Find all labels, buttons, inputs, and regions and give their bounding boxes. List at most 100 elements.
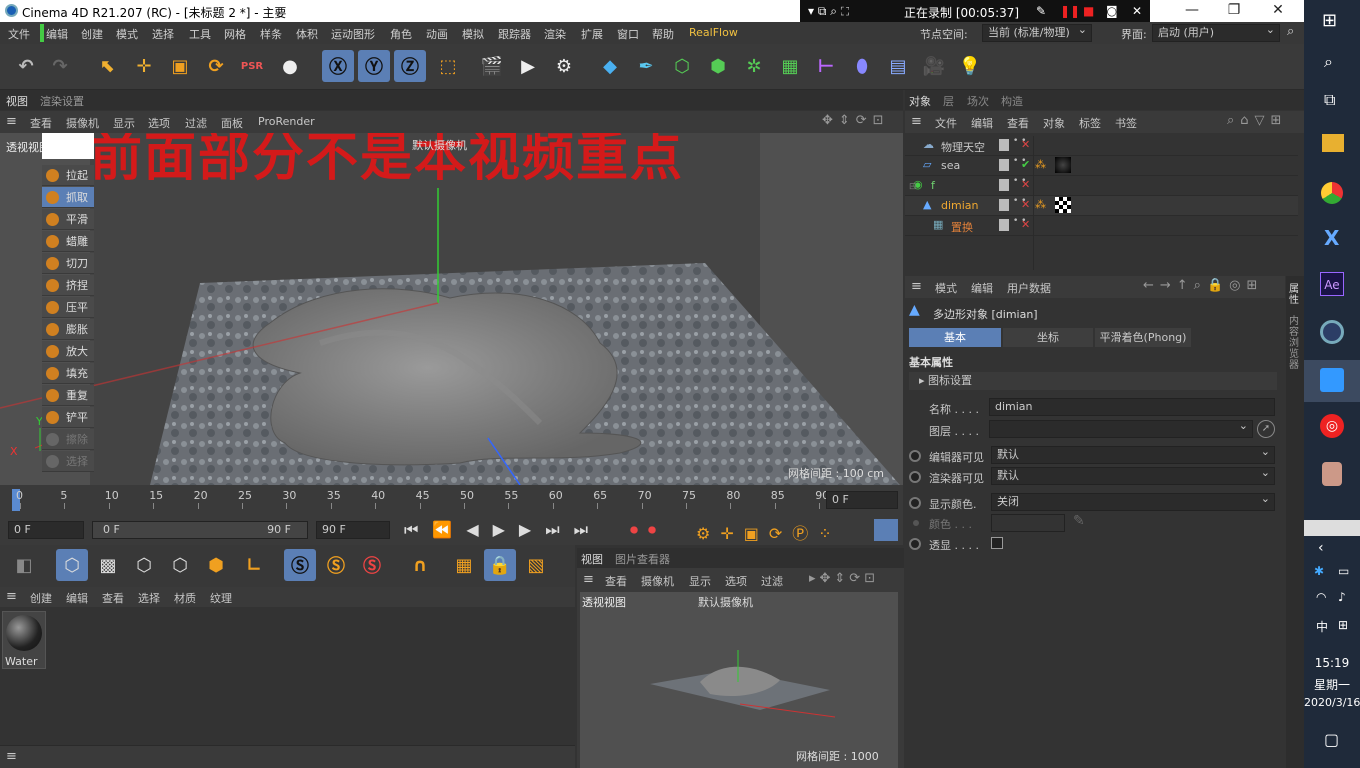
cube-icon[interactable]: ◆ (594, 50, 626, 82)
name-field[interactable]: dimian (989, 398, 1275, 416)
camera-icon[interactable]: ◙ (1106, 4, 1118, 18)
menu-8[interactable]: 体积 (296, 26, 318, 42)
object-row[interactable]: ▲ dimian • • ✕ ⁂ (905, 196, 1298, 216)
menu-6[interactable]: 网格 (224, 26, 246, 42)
tab-coordinates[interactable]: 坐标 (1003, 328, 1093, 347)
viewport-menu-4[interactable]: 过滤 (185, 115, 207, 131)
perspective-viewport[interactable]: 前面部分不是本视频重点 透视视图 默认摄像机 X Y 网格间距 : 100 cm… (0, 133, 903, 485)
hamburger-icon[interactable]: ≡ (6, 589, 17, 604)
coordinate-system-icon[interactable]: ⬚ (432, 50, 464, 82)
menu-17[interactable]: 帮助 (652, 26, 674, 42)
object-menu-1[interactable]: 编辑 (971, 115, 993, 131)
icon-settings-group[interactable]: ▸ 图标设置 (909, 372, 1277, 390)
sculpt-tool-9[interactable]: 填充 (42, 363, 94, 384)
object-row[interactable]: ☁ 物理天空 • • ✕ (905, 136, 1298, 156)
feishu-icon[interactable] (1320, 368, 1344, 392)
object-edit-icon[interactable] (999, 139, 1009, 151)
axis-mode-icon[interactable]: ∟ (238, 549, 270, 581)
avatar-app-icon[interactable] (1322, 462, 1342, 486)
menu-9[interactable]: 运动图形 (331, 26, 375, 42)
hamburger-icon[interactable]: ≡ (911, 279, 922, 294)
timeline-ruler[interactable]: 0 5 10 15 20 25 30 35 40 45 50 55 60 65 70 75 80 85 90 0 F (0, 485, 903, 515)
object-edit-icon[interactable] (999, 159, 1009, 171)
secondary-menu-1[interactable]: 摄像机 (641, 573, 674, 589)
menu-search-icon[interactable]: ⌕ (1287, 24, 1294, 39)
x-axis-lock-icon[interactable]: Ⓧ (322, 50, 354, 82)
menu-7[interactable]: 样条 (260, 26, 282, 42)
menu-12[interactable]: 模拟 (462, 26, 484, 42)
eyedropper-icon[interactable]: ✎ (1073, 513, 1085, 529)
deformer-icon[interactable]: ⊢ (810, 50, 842, 82)
tag-icon[interactable]: ⁂ (1035, 158, 1046, 171)
material-menu-4[interactable]: 材质 (174, 590, 196, 606)
hamburger-icon[interactable]: ≡ (583, 572, 594, 587)
sculpt-tool-11[interactable]: 铲平 (42, 407, 94, 428)
object-menu-4[interactable]: 标签 (1079, 115, 1101, 131)
light-icon[interactable]: 💡 (954, 50, 986, 82)
object-enable-icon[interactable]: ✕ (1021, 138, 1030, 151)
chrome-icon[interactable] (1321, 182, 1343, 204)
sculpt-tool-12[interactable]: 擦除 (42, 429, 94, 450)
add-object-icon[interactable]: ● (274, 50, 306, 82)
start-frame-field[interactable]: 0 F (8, 521, 84, 539)
menu-15[interactable]: 扩展 (581, 26, 603, 42)
search-icon[interactable]: ⌕ (1324, 52, 1333, 72)
object-menu-5[interactable]: 书签 (1115, 115, 1137, 131)
keyboard-grid-icon[interactable]: ⊞ (1338, 618, 1348, 632)
recorder-close-icon[interactable]: ✕ (1132, 4, 1142, 18)
workplane-icon[interactable]: ▦ (448, 549, 480, 581)
layer-field[interactable] (989, 418, 1253, 438)
clock-time[interactable]: 15:19 (1304, 656, 1360, 670)
object-menu-3[interactable]: 对象 (1043, 115, 1065, 131)
live-select-icon[interactable]: ⬉ (92, 50, 124, 82)
object-tab-0[interactable]: 对象 (909, 93, 931, 109)
menu-1[interactable]: 编辑 (46, 26, 68, 42)
hamburger-icon[interactable]: ≡ (6, 114, 17, 129)
object-menu-2[interactable]: 查看 (1007, 115, 1029, 131)
attribute-menu-0[interactable]: 模式 (935, 280, 957, 296)
maximize-button[interactable]: ❐ (1214, 2, 1254, 20)
object-edit-icon[interactable] (999, 179, 1009, 191)
material-menu-2[interactable]: 查看 (102, 590, 124, 606)
points-mode-icon[interactable]: ⬡ (128, 549, 160, 581)
material-menu-3[interactable]: 选择 (138, 590, 160, 606)
sculpt-tool-3[interactable]: 蜡雕 (42, 231, 94, 252)
secondary-viewport-canvas[interactable]: 透视视图 默认摄像机 网格间距 : 1000 cm (580, 592, 898, 768)
secondary-menu-4[interactable]: 过滤 (761, 573, 783, 589)
material-swatch-water[interactable]: Water (2, 611, 46, 669)
xray-checkbox[interactable] (991, 537, 1003, 549)
ime-indicator[interactable]: 中 (1316, 618, 1328, 635)
recorder-menu-icon[interactable]: ▾ ⧉ ⌕ ⛶ (808, 4, 849, 19)
playback-controls[interactable]: ⏮⏪◀▶▶⏭⏭ (404, 520, 602, 540)
layer-picker-icon[interactable]: ➚ (1257, 420, 1275, 438)
netease-music-icon[interactable]: ◎ (1320, 414, 1344, 438)
tab-picture-viewer[interactable]: 图片查看器 (615, 551, 670, 567)
object-row[interactable]: ▦ 置换 • • ✕ (905, 216, 1298, 236)
texture-mode-icon[interactable]: ▩ (92, 549, 124, 581)
hamburger-icon[interactable]: ≡ (911, 114, 922, 129)
taskbar-scroll[interactable] (1304, 520, 1360, 536)
minimize-button[interactable]: — (1172, 2, 1212, 20)
object-menu-0[interactable]: 文件 (935, 115, 957, 131)
record-keys-icon[interactable]: ⏺⏺ (630, 520, 666, 540)
sculpt-tool-6[interactable]: 压平 (42, 297, 94, 318)
task-view-icon[interactable]: ⧉ (1324, 90, 1335, 110)
viewport-menu-2[interactable]: 显示 (113, 115, 135, 131)
magnet-icon[interactable]: ∩ (404, 549, 436, 581)
scale-icon[interactable]: ▣ (164, 50, 196, 82)
y-axis-lock-icon[interactable]: Ⓨ (358, 50, 390, 82)
render-visible-select[interactable]: 默认 (991, 465, 1275, 485)
snap-quantize-icon[interactable]: Ⓢ (356, 549, 388, 581)
sculpt-tool-10[interactable]: 重复 (42, 385, 94, 406)
object-edit-icon[interactable] (999, 199, 1009, 211)
wifi-icon[interactable]: ◠ (1316, 590, 1326, 604)
node-space-select[interactable]: 当前 (标准/物理) (982, 22, 1092, 42)
sculpt-tool-2[interactable]: 平滑 (42, 209, 94, 230)
file-explorer-icon[interactable] (1322, 134, 1344, 152)
stop-icon[interactable]: ■ (1083, 4, 1094, 18)
notification-icon[interactable]: ▢ (1324, 730, 1339, 749)
z-axis-lock-icon[interactable]: Ⓩ (394, 50, 426, 82)
field-icon[interactable]: ⬮ (846, 50, 878, 82)
object-tab-1[interactable]: 层 (943, 93, 954, 109)
sculpt-tool-7[interactable]: 膨胀 (42, 319, 94, 340)
